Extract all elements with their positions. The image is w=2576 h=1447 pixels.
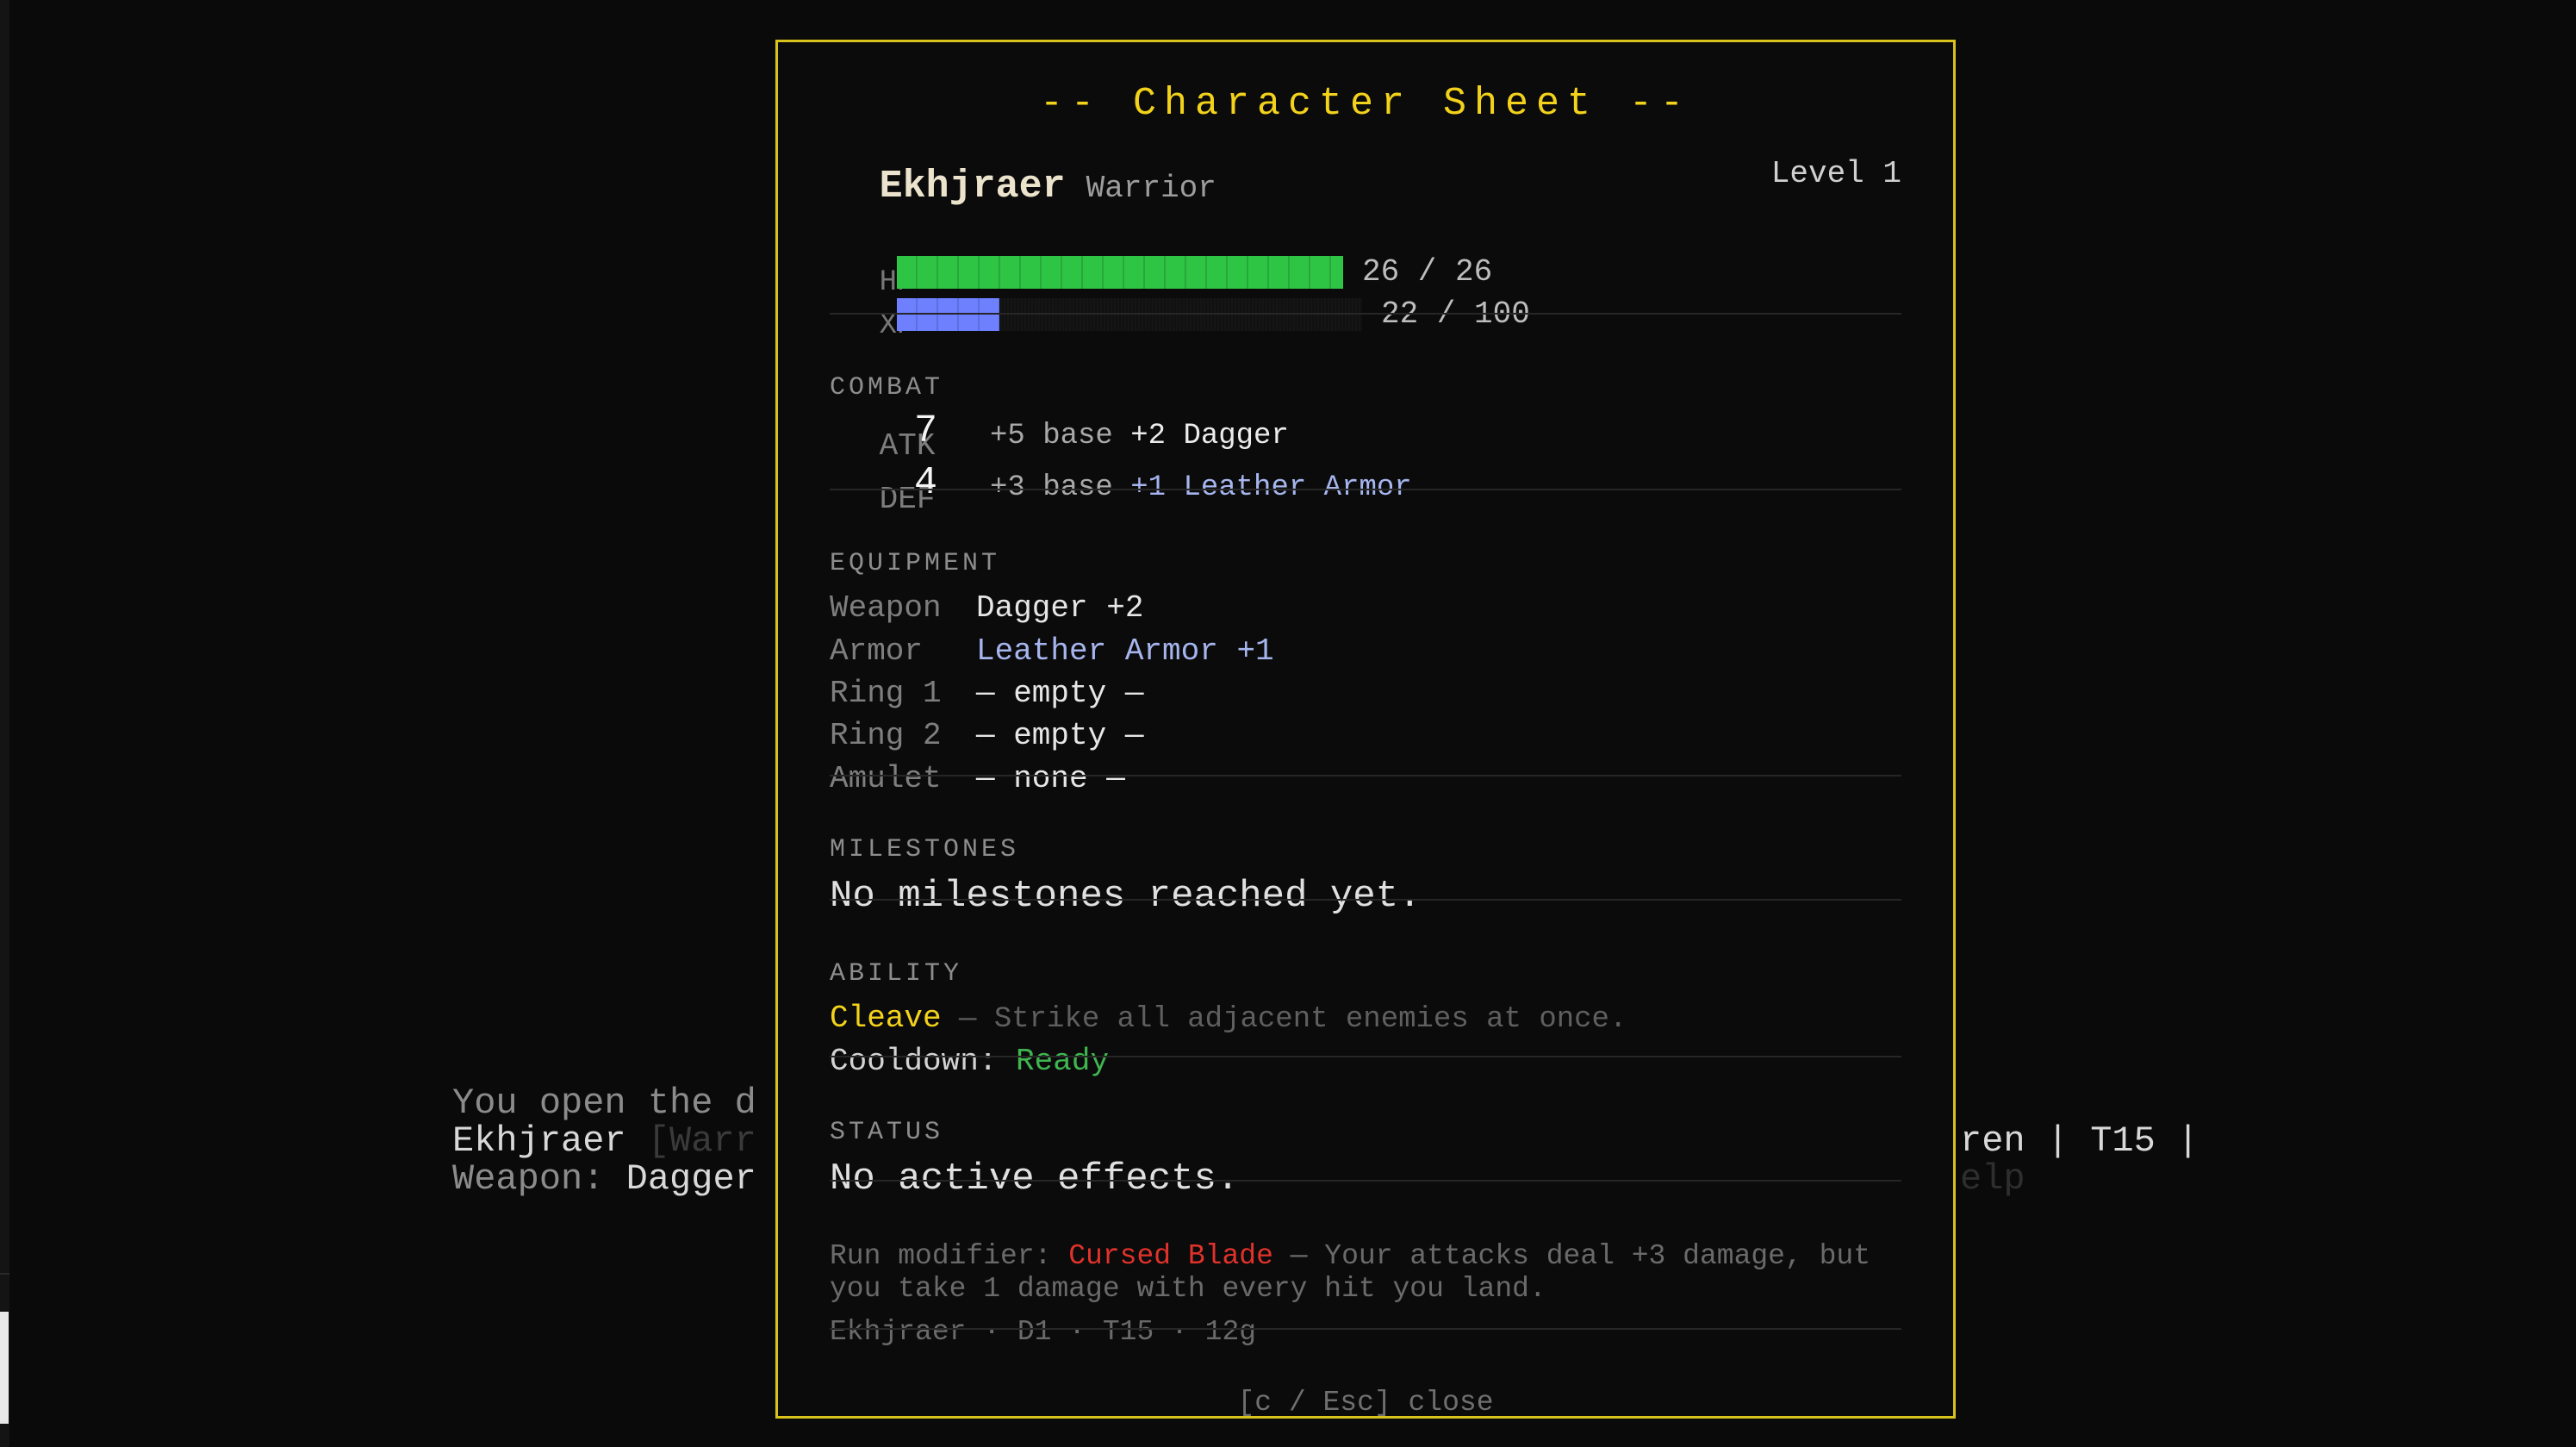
divider [830,489,1901,490]
help-hint-tail: elp [1960,1158,2025,1200]
log-player-class: [Warr [625,1120,756,1162]
log-weapon-label: Weapon: [452,1158,626,1200]
combat-heading: COMBAT [830,373,944,402]
character-class: Warrior [1086,171,1216,206]
equipment-slot-ring-1: Ring 1 — empty — [830,676,1901,711]
atk-bonus: +2 Dagger [1130,420,1289,452]
hp-bar [897,256,1343,289]
cooldown-value: Ready [1016,1044,1110,1079]
log-weapon-value: Dagger [625,1158,756,1200]
divider [830,775,1901,777]
left-edge-divider [0,1273,9,1275]
hp-bar-fill [897,256,1343,289]
cooldown-row: Cooldown: Ready [830,1044,1901,1079]
sheet-title: -- Character Sheet -- [1039,82,1692,126]
ability-heading: ABILITY [830,959,963,989]
ability-row: Cleave — Strike all adjacent enemies at … [830,1001,1901,1036]
equipment-slot-ring-2: Ring 2 — empty — [830,718,1901,753]
log-player-name: Ekhjraer [452,1120,626,1162]
atk-base: +5 base [990,420,1113,452]
character-header: Ekhjraer Warrior Level 1 [830,149,1901,240]
run-modifier-name: Cursed Blade [1068,1240,1273,1272]
equipment-slot-label: Amulet [830,761,942,796]
run-modifier-label: Run modifier: [830,1240,1069,1272]
divider [830,899,1901,901]
status-heading: STATUS [830,1118,944,1147]
atk-breakdown: +5 base +2 Dagger [990,420,1901,452]
xp-bar [897,298,1362,331]
divider [830,313,1901,315]
milestones-heading: MILESTONES [830,835,1020,864]
equipment-slot-amulet: Amulet — none — [830,761,1901,796]
equipment-slot-armor: Armor Leather Armor +1 [830,633,1901,669]
equipment-heading: EQUIPMENT [830,549,1001,578]
equipment-slot-label: Ring 2 [830,718,942,753]
equipment-slot-value: — empty — [976,718,1144,753]
milestones-text: No milestones reached yet. [830,875,1422,918]
def-breakdown: +3 base +1 Leather Armor [990,471,1901,504]
character-sheet-modal: -- Character Sheet -- Ekhjraer Warrior Le… [775,40,1956,1419]
equipment-slot-value: Dagger +2 [976,590,1144,626]
divider [830,1056,1901,1057]
equipment-slot-value: — none — [976,761,1125,796]
equipment-slot-label: Ring 1 [830,676,942,711]
cooldown-label: Cooldown: [830,1044,1017,1079]
left-edge-panel [0,1312,9,1424]
equipment-slot-value: — empty — [976,676,1144,711]
xp-bar-fill [897,298,999,331]
run-modifier: Run modifier: Cursed Blade — Your attack… [830,1240,1901,1306]
def-base: +3 base [990,471,1113,504]
ability-name: Cleave [830,1001,942,1036]
status-text: No active effects. [830,1157,1240,1201]
run-summary: Ekhjraer · D1 · T15 · 12g [830,1316,1257,1348]
equipment-slot-label: Weapon [830,590,942,626]
hp-value: 26 / 26 [1362,254,1493,290]
left-edge-strip [0,0,9,1447]
status-line-tail: ren | T15 | [1960,1120,2200,1162]
character-level: Level 1 [1770,156,1901,191]
equipment-slot-value: Leather Armor +1 [976,633,1274,669]
character-name: Ekhjraer [879,165,1066,209]
def-bonus: +1 Leather Armor [1130,471,1412,504]
log-line: You open the d [452,1082,756,1124]
divider [830,1180,1901,1182]
ability-description: — Strike all adjacent enemies at once. [941,1003,1627,1036]
equipment-slot-label: Armor [830,633,924,669]
close-hint[interactable]: [c / Esc] close [830,1387,1901,1419]
divider [830,1328,1901,1330]
equipment-slot-weapon: Weapon Dagger +2 [830,590,1901,626]
game-log: You open the d Ekhjraer [Warr Weapon: Da… [452,1084,756,1198]
